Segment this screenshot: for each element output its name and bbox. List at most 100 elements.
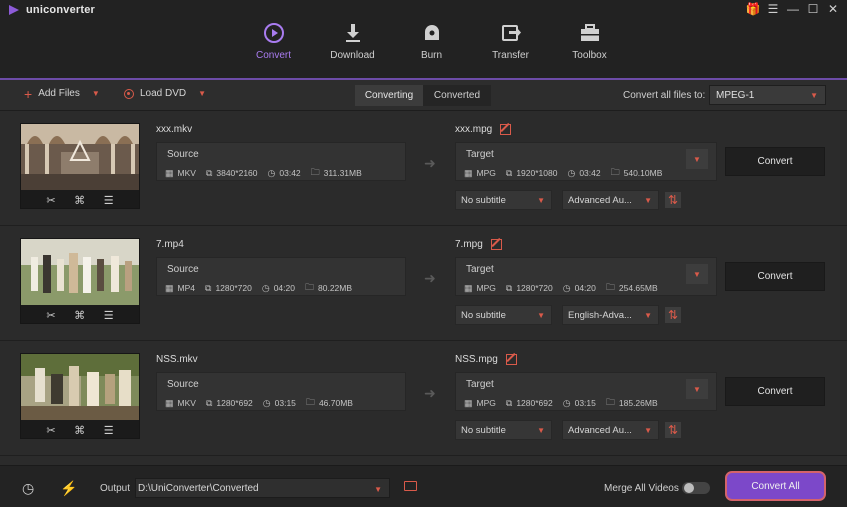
nav-transfer[interactable]: Transfer	[471, 18, 550, 80]
bottom-bar: ◷ ⚡ Output D:\UniConverter\Converted ▼ M…	[0, 465, 847, 507]
chevron-down-icon: ▼	[644, 196, 652, 205]
nav-convert[interactable]: Convert	[234, 18, 313, 80]
add-subtitle-button[interactable]: ⇅	[665, 192, 681, 208]
source-info: Source ▦ MKV ⧉ 3840*2160 ◷ 03:42 🗀 311.31MB	[156, 142, 406, 181]
close-icon[interactable]: ✕	[827, 2, 839, 16]
file-row: ✂ ⌘ ☰ NSS.mkv Source ▦ MKV ⧉ 1280*692 ◷ 03:…	[0, 341, 847, 456]
title-bar: uniconverter 🎁 ☰ — ☐ ✕ Convert Download …	[0, 0, 847, 80]
merge-all-label: Merge All Videos	[604, 483, 679, 494]
resolution-icon: ⧉	[505, 167, 513, 178]
source-file-name: xxx.mkv	[156, 124, 193, 135]
source-size: 80.22MB	[318, 283, 353, 293]
crop-icon[interactable]: ⌘	[74, 194, 85, 207]
target-specs: ▦ MPG ⧉ 1280*720 ◷ 04:20 🗀 254.65MB	[464, 280, 658, 296]
maximize-icon[interactable]: ☐	[807, 2, 819, 16]
effects-icon[interactable]: ☰	[104, 194, 114, 207]
source-specs: ▦ MP4 ⧉ 1280*720 ◷ 04:20 🗀 80.22MB	[165, 280, 352, 296]
target-resolution: 1920*1080	[516, 168, 558, 178]
target-settings-dropdown[interactable]: ▼	[686, 264, 708, 284]
target-duration: 04:20	[574, 283, 596, 293]
nav-toolbox[interactable]: Toolbox	[550, 18, 629, 80]
arrow-right-icon: ➜	[424, 385, 436, 401]
audio-select[interactable]: Advanced Au... ▼	[562, 420, 659, 440]
trim-icon[interactable]: ✂	[46, 424, 55, 437]
convert-all-to-label: Convert all files to:	[623, 90, 706, 101]
target-settings-dropdown[interactable]: ▼	[686, 379, 708, 399]
resolution-icon: ⧉	[205, 282, 212, 293]
audio-select[interactable]: Advanced Au... ▼	[562, 190, 659, 210]
edit-icon[interactable]	[490, 239, 502, 250]
source-file-name: 7.mp4	[156, 239, 184, 250]
target-info: Target ▦ MPG ⧉ 1280*720 ◷ 04:20 🗀 254.65MB	[455, 257, 717, 296]
add-subtitle-button[interactable]: ⇅	[665, 307, 681, 323]
edit-icon[interactable]	[500, 124, 512, 135]
file-row: ✂ ⌘ ☰ 7.mp4 Source ▦ MP4 ⧉ 1280*720 ◷ 04:20…	[0, 226, 847, 341]
merge-all-toggle[interactable]	[682, 482, 710, 494]
thumbnail-image	[21, 239, 139, 305]
target-settings-dropdown[interactable]: ▼	[686, 149, 708, 169]
crop-icon[interactable]: ⌘	[74, 424, 85, 437]
edit-icon[interactable]	[505, 354, 517, 365]
folder-icon: 🗀	[310, 167, 320, 177]
nav-label: Burn	[420, 50, 443, 61]
source-size: 46.70MB	[318, 398, 353, 408]
convert-button[interactable]: Convert	[725, 262, 825, 291]
subtitle-value: No subtitle	[461, 194, 506, 206]
effects-icon[interactable]: ☰	[104, 309, 114, 322]
source-duration: 03:42	[279, 168, 301, 178]
folder-icon: 🗀	[610, 167, 620, 177]
convert-button[interactable]: Convert	[725, 377, 825, 406]
video-thumbnail[interactable]: ✂ ⌘ ☰	[20, 238, 140, 324]
target-title: Target	[466, 149, 494, 160]
load-dvd-button[interactable]: Load DVD ▼	[124, 88, 206, 99]
video-thumbnail[interactable]: ✂ ⌘ ☰	[20, 353, 140, 439]
target-size: 254.65MB	[618, 283, 658, 293]
chevron-down-icon: ▼	[374, 485, 382, 494]
toolbar: + Add Files ▼ Load DVD ▼ Converting Conv…	[0, 80, 847, 111]
target-specs: ▦ MPG ⧉ 1920*1080 ◷ 03:42 🗀 540.10MB	[464, 165, 662, 181]
subtitle-select[interactable]: No subtitle ▼	[455, 305, 552, 325]
trim-icon[interactable]: ✂	[46, 194, 55, 207]
thumbnail-tools: ✂ ⌘ ☰	[21, 306, 139, 324]
lightning-icon[interactable]: ⚡	[60, 480, 77, 497]
gift-icon[interactable]: 🎁	[746, 2, 761, 16]
chevron-down-icon: ▼	[644, 311, 652, 320]
audio-select[interactable]: English-Adva... ▼	[562, 305, 659, 325]
clock-icon: ◷	[567, 167, 576, 178]
folder-icon: 🗀	[605, 282, 615, 292]
nav-burn[interactable]: Burn	[392, 18, 471, 80]
format-icon: ▦	[464, 397, 473, 408]
chevron-down-icon[interactable]: ▼	[92, 89, 100, 98]
play-circle-icon	[263, 22, 285, 44]
source-specs: ▦ MKV ⧉ 1280*692 ◷ 03:15 🗀 46.70MB	[165, 395, 353, 411]
subtitle-select[interactable]: No subtitle ▼	[455, 190, 552, 210]
output-format-select[interactable]: MPEG-1 ▼	[709, 85, 826, 105]
crop-icon[interactable]: ⌘	[74, 309, 85, 322]
minimize-icon[interactable]: —	[787, 2, 799, 16]
output-format-value: MPEG-1	[716, 89, 755, 101]
menu-icon[interactable]: ☰	[767, 2, 779, 16]
add-subtitle-button[interactable]: ⇅	[665, 422, 681, 438]
video-thumbnail[interactable]: ✂ ⌘ ☰	[20, 123, 140, 209]
download-icon	[342, 22, 364, 44]
effects-icon[interactable]: ☰	[104, 424, 114, 437]
tab-converted[interactable]: Converted	[423, 85, 491, 106]
subtitle-select[interactable]: No subtitle ▼	[455, 420, 552, 440]
source-resolution: 1280*692	[216, 398, 253, 408]
format-icon: ▦	[464, 282, 473, 293]
output-path-select[interactable]: D:\UniConverter\Converted ▼	[135, 478, 390, 498]
load-dvd-label: Load DVD	[140, 88, 187, 99]
target-duration: 03:42	[579, 168, 601, 178]
schedule-clock-icon[interactable]: ◷	[22, 480, 34, 497]
trim-icon[interactable]: ✂	[46, 309, 55, 322]
chevron-down-icon[interactable]: ▼	[198, 89, 206, 98]
format-icon: ▦	[464, 167, 473, 178]
tab-converting[interactable]: Converting	[355, 85, 423, 106]
open-folder-icon[interactable]	[404, 481, 417, 491]
source-title: Source	[167, 264, 199, 275]
convert-all-button[interactable]: Convert All	[725, 471, 826, 501]
convert-button[interactable]: Convert	[725, 147, 825, 176]
add-files-button[interactable]: + Add Files ▼	[24, 87, 100, 101]
arrow-right-icon: ➜	[424, 270, 436, 286]
nav-download[interactable]: Download	[313, 18, 392, 80]
